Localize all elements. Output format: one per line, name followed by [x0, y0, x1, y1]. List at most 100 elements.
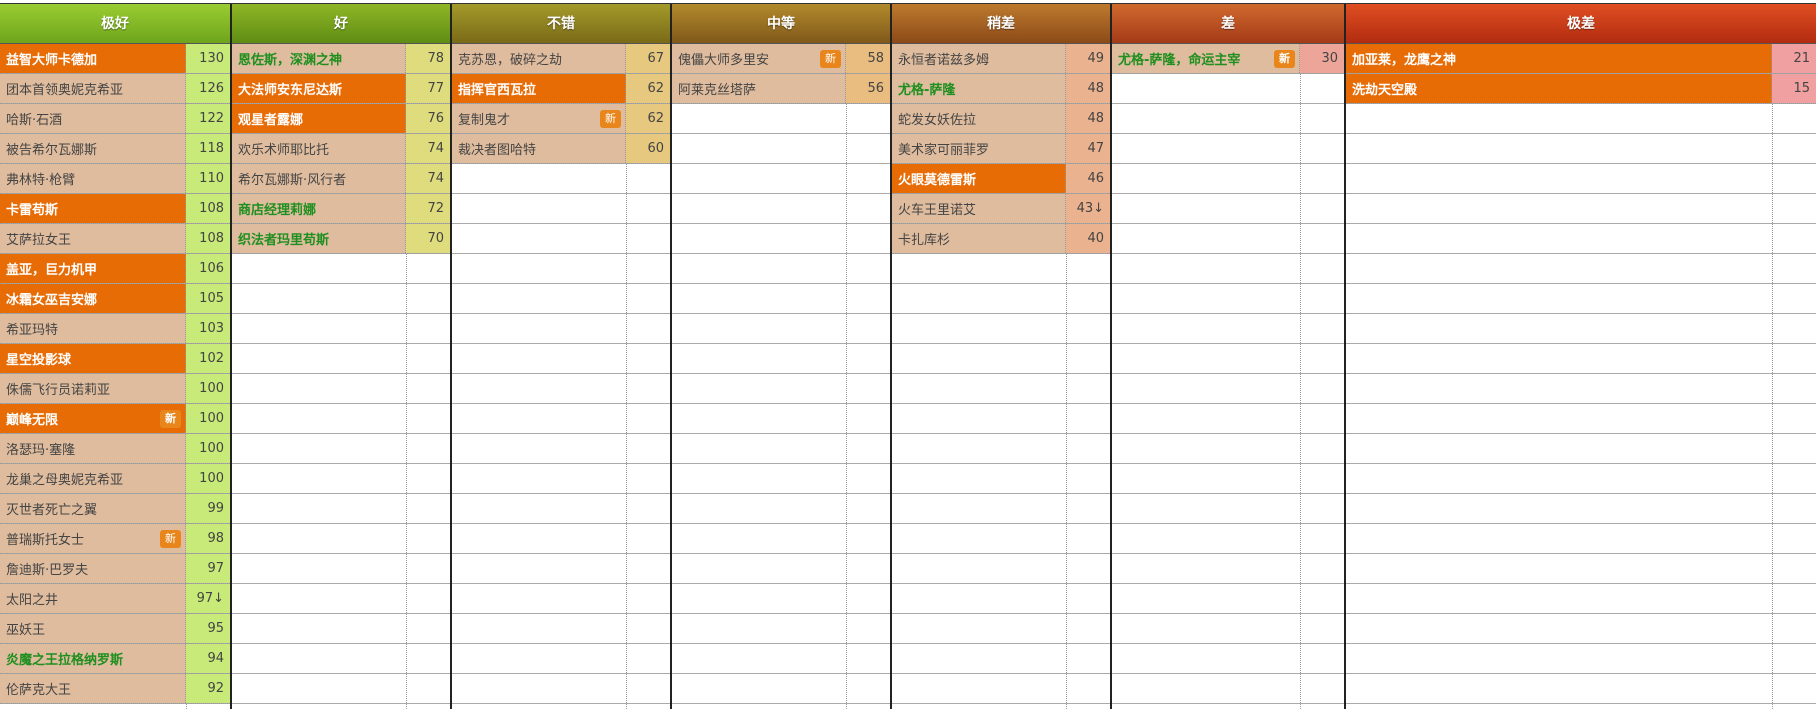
- tier-item-row[interactable]: 弗林特·枪臂 110: [0, 164, 230, 194]
- tier-item-row[interactable]: 永恒者诺兹多姆 49: [892, 44, 1110, 74]
- tier-item-row[interactable]: 炎魔之王拉格纳罗斯 94: [0, 644, 230, 674]
- tier-item-row[interactable]: 哈斯·石酒 122: [0, 104, 230, 134]
- tier-item-row[interactable]: 蛇发女妖佐拉 48: [892, 104, 1110, 134]
- card-name[interactable]: 巫妖王: [0, 614, 186, 643]
- card-name[interactable]: 被告希尔瓦娜斯: [0, 134, 186, 163]
- card-name[interactable]: 詹迪斯·巴罗夫: [0, 554, 186, 583]
- card-name[interactable]: 尤格-萨隆: [892, 74, 1066, 103]
- tier-item-row[interactable]: 灭世者死亡之翼 99: [0, 494, 230, 524]
- tier-item-row[interactable]: 克苏恩，破碎之劫 67: [452, 44, 670, 74]
- tier-item-row[interactable]: 尤格-萨隆，命运主宰 新 30: [1112, 44, 1344, 74]
- card-name-text: 裁决者图哈特: [458, 143, 537, 158]
- card-score: 122: [186, 104, 230, 133]
- card-name[interactable]: 希尔瓦娜斯·风行者: [232, 164, 406, 193]
- card-name[interactable]: 傀儡大师多里安 新: [672, 44, 846, 73]
- card-name[interactable]: 卡扎库杉: [892, 224, 1066, 253]
- card-name[interactable]: 美术家可丽菲罗: [892, 134, 1066, 163]
- card-name[interactable]: 艾萨拉女王: [0, 224, 186, 253]
- card-name[interactable]: 弗林特·枪臂: [0, 164, 186, 193]
- card-name[interactable]: 恩佐斯，深渊之神: [232, 44, 406, 73]
- card-name[interactable]: 洛瑟玛·塞隆: [0, 434, 186, 463]
- card-name[interactable]: 卡雷苟斯: [0, 194, 186, 223]
- card-name[interactable]: 团本首领奥妮克希亚: [0, 74, 186, 103]
- card-name[interactable]: 复制鬼才 新: [452, 104, 626, 133]
- card-name[interactable]: 哈斯·石酒: [0, 104, 186, 133]
- card-name[interactable]: 伦萨克大王: [0, 674, 186, 703]
- tier-item-row[interactable]: 龙巢之母奥妮克希亚 100: [0, 464, 230, 494]
- tier-item-row[interactable]: 加亚莱，龙鹰之神 21: [1346, 44, 1816, 74]
- tier-item-row[interactable]: 詹迪斯·巴罗夫 97: [0, 554, 230, 584]
- tier-item-row[interactable]: 益智大师卡德加 130: [0, 44, 230, 74]
- tier-item-row[interactable]: 尤格-萨隆 48: [892, 74, 1110, 104]
- card-name[interactable]: 克苏恩，破碎之劫: [452, 44, 626, 73]
- tier-item-row[interactable]: 卡扎库杉 40: [892, 224, 1110, 254]
- tier-item-row[interactable]: 被告希尔瓦娜斯 118: [0, 134, 230, 164]
- card-name[interactable]: 火车王里诺艾: [892, 194, 1066, 223]
- tier-item-row[interactable]: 美术家可丽菲罗 47: [892, 134, 1110, 164]
- card-name[interactable]: 火眼莫德雷斯: [892, 164, 1066, 193]
- tier-item-row[interactable]: 指挥官西瓦拉 62: [452, 74, 670, 104]
- tier-item-row[interactable]: 盖亚，巨力机甲 106: [0, 254, 230, 284]
- tier-item-row[interactable]: 阿莱克丝塔萨 56: [672, 74, 890, 104]
- card-name[interactable]: 尤格-萨隆，命运主宰 新: [1112, 44, 1300, 73]
- card-name[interactable]: 益智大师卡德加: [0, 44, 186, 73]
- tier-item-row[interactable]: 巅峰无限 新 100: [0, 404, 230, 434]
- card-name[interactable]: 龙巢之母奥妮克希亚: [0, 464, 186, 493]
- tier-item-row[interactable]: 织法者玛里苟斯 70: [232, 224, 450, 254]
- tier-item-row[interactable]: 伦萨克大王 92: [0, 674, 230, 704]
- tier-item-row[interactable]: 巫妖王 95: [0, 614, 230, 644]
- tier-item-row[interactable]: 火眼莫德雷斯 46: [892, 164, 1110, 194]
- card-name[interactable]: 巅峰无限 新: [0, 404, 186, 433]
- card-name[interactable]: 永恒者诺兹多姆: [892, 44, 1066, 73]
- card-name[interactable]: 欢乐术师耶比托: [232, 134, 406, 163]
- tier-item-row[interactable]: 洛瑟玛·塞隆 100: [0, 434, 230, 464]
- tier-item-row[interactable]: 裁决者图哈特 60: [452, 134, 670, 164]
- tier-item-row[interactable]: 欢乐术师耶比托 74: [232, 134, 450, 164]
- tier-item-row[interactable]: 希亚玛特 103: [0, 314, 230, 344]
- card-name[interactable]: 星空投影球: [0, 344, 186, 373]
- card-name[interactable]: 炎魔之王拉格纳罗斯: [0, 644, 186, 673]
- tier-item-row[interactable]: 恩佐斯，深渊之神 78: [232, 44, 450, 74]
- tier-header[interactable]: 中等: [672, 4, 890, 44]
- card-name[interactable]: 太阳之井: [0, 584, 186, 613]
- card-name[interactable]: 阿莱克丝塔萨: [672, 74, 846, 103]
- card-name[interactable]: 盖亚，巨力机甲: [0, 254, 186, 283]
- tier-item-row[interactable]: 傀儡大师多里安 新 58: [672, 44, 890, 74]
- tier-item-row[interactable]: 侏儒飞行员诺莉亚 100: [0, 374, 230, 404]
- card-name[interactable]: 加亚莱，龙鹰之神: [1346, 44, 1772, 73]
- tier-header[interactable]: 差: [1112, 4, 1344, 44]
- tier-item-row[interactable]: 商店经理莉娜 72: [232, 194, 450, 224]
- tier-item-row[interactable]: 普瑞斯托女士 新 98: [0, 524, 230, 554]
- tier-header[interactable]: 极好: [0, 4, 230, 44]
- card-name[interactable]: 普瑞斯托女士 新: [0, 524, 186, 553]
- card-name[interactable]: 冰霜女巫吉安娜: [0, 284, 186, 313]
- card-name[interactable]: 洗劫天空殿: [1346, 74, 1772, 103]
- tier-item-row[interactable]: 太阳之井 97↓: [0, 584, 230, 614]
- tier-item-row[interactable]: 团本首领奥妮克希亚 126: [0, 74, 230, 104]
- card-name[interactable]: 商店经理莉娜: [232, 194, 406, 223]
- tier-item-row[interactable]: 大法师安东尼达斯 77: [232, 74, 450, 104]
- tier-item-row[interactable]: 星空投影球 102: [0, 344, 230, 374]
- tier-item-row[interactable]: 观星者露娜 76: [232, 104, 450, 134]
- tier-item-row[interactable]: 火车王里诺艾 43↓: [892, 194, 1110, 224]
- card-name[interactable]: 蛇发女妖佐拉: [892, 104, 1066, 133]
- tier-item-row[interactable]: 卡雷苟斯 108: [0, 194, 230, 224]
- tier-item-row[interactable]: 复制鬼才 新 62: [452, 104, 670, 134]
- card-name[interactable]: 希亚玛特: [0, 314, 186, 343]
- card-name[interactable]: 裁决者图哈特: [452, 134, 626, 163]
- tier-item-row[interactable]: 冰霜女巫吉安娜 105: [0, 284, 230, 314]
- tier-header[interactable]: 好: [232, 4, 450, 44]
- card-name[interactable]: 灭世者死亡之翼: [0, 494, 186, 523]
- tier-list: 恩佐斯，深渊之神 78 大法师安东尼达斯 77 观星者露娜 76 欢乐术师耶比托 74 希尔瓦娜…: [232, 44, 450, 254]
- card-name[interactable]: 大法师安东尼达斯: [232, 74, 406, 103]
- card-name[interactable]: 织法者玛里苟斯: [232, 224, 406, 253]
- card-name[interactable]: 侏儒飞行员诺莉亚: [0, 374, 186, 403]
- tier-item-row[interactable]: 希尔瓦娜斯·风行者 74: [232, 164, 450, 194]
- card-name[interactable]: 观星者露娜: [232, 104, 406, 133]
- tier-item-row[interactable]: 洗劫天空殿 15: [1346, 74, 1816, 104]
- card-name[interactable]: 指挥官西瓦拉: [452, 74, 626, 103]
- tier-header[interactable]: 稍差: [892, 4, 1110, 44]
- tier-item-row[interactable]: 艾萨拉女王 108: [0, 224, 230, 254]
- tier-header[interactable]: 不错: [452, 4, 670, 44]
- tier-header[interactable]: 极差: [1346, 4, 1816, 44]
